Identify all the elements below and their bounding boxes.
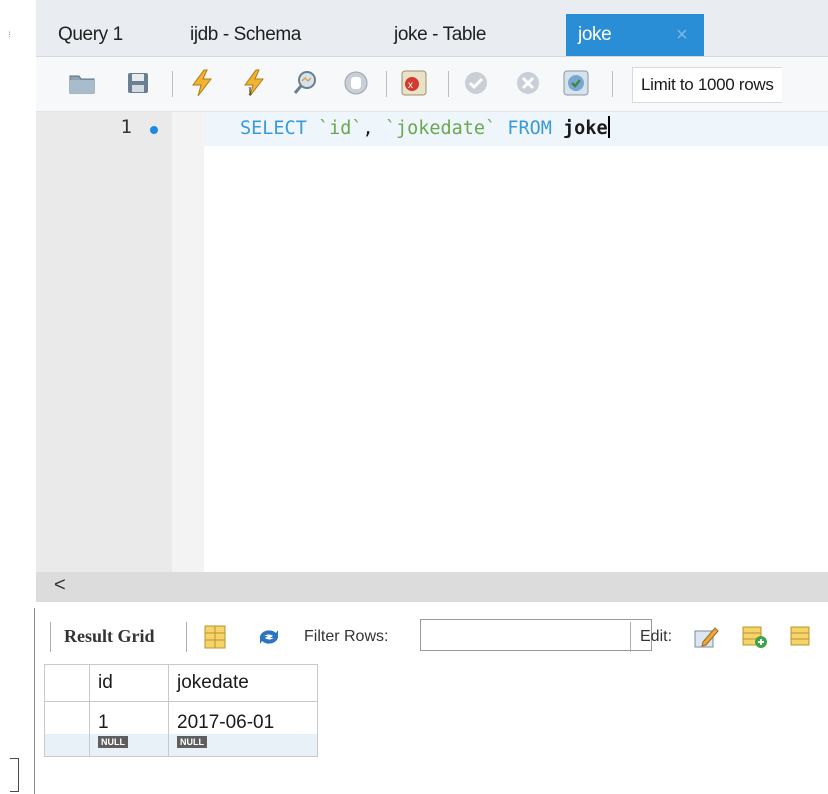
result-toolbar: Result Grid Filter Rows: Edit: [36, 614, 828, 660]
tab-joke-table[interactable]: joke - Table [394, 14, 486, 56]
refresh-icon[interactable] [254, 622, 284, 652]
null-badge: NULL [98, 736, 128, 748]
grip-icon: ⁝ [8, 30, 12, 41]
cell-id[interactable]: NULL [89, 734, 169, 757]
edit-label: Edit: [640, 628, 673, 645]
rollback-icon[interactable] [512, 67, 544, 99]
column-header-jokedate[interactable]: jokedate [168, 664, 318, 702]
delete-row-icon[interactable] [788, 622, 818, 652]
tab-query-1[interactable]: Query 1 [58, 14, 123, 56]
form-editor-icon[interactable] [200, 622, 230, 652]
table-header-row: id jokedate [44, 664, 318, 702]
bracket-decoration [10, 758, 19, 792]
tab-joke[interactable]: joke × [566, 14, 704, 56]
toolbar-separator [172, 71, 173, 97]
text-caret [607, 116, 610, 138]
sql-column: `jokedate` [384, 118, 497, 139]
cell-id[interactable]: 1 [89, 701, 169, 734]
autocommit-icon[interactable] [560, 67, 592, 99]
statement-marker-icon [150, 126, 158, 134]
toolbar-separator [630, 622, 631, 652]
divider [34, 608, 35, 794]
explain-icon[interactable] [290, 67, 322, 99]
editor-toolbar: I x Limit to 1000 rows [36, 57, 828, 112]
svg-text:I: I [248, 84, 252, 97]
editor-margin [172, 112, 204, 572]
row-selector[interactable] [44, 734, 90, 757]
execute-current-icon[interactable]: I [238, 67, 270, 99]
query-text[interactable]: SELECT `id`, `jokedate` FROM joke [240, 116, 610, 139]
outer-gutter: ⁝ [0, 0, 36, 794]
tab-ijdb-schema[interactable]: ijdb - Schema [190, 14, 301, 56]
row-selector[interactable] [44, 701, 90, 734]
table-row[interactable]: 1 2017-06-01 [44, 701, 318, 734]
save-icon[interactable] [122, 67, 154, 99]
column-header-id[interactable]: id [89, 664, 169, 702]
toolbar-separator [50, 622, 51, 652]
sql-column: `id` [317, 118, 363, 139]
sql-keyword: FROM [507, 118, 552, 139]
null-badge: NULL [177, 736, 207, 748]
sql-keyword: SELECT [240, 118, 307, 139]
stop-icon[interactable] [340, 67, 372, 99]
result-grid-tab[interactable]: Result Grid [64, 626, 155, 647]
execute-icon[interactable] [186, 67, 218, 99]
add-row-icon[interactable] [740, 622, 770, 652]
new-row[interactable]: NULL NULL [44, 734, 318, 757]
scroll-left-icon[interactable]: < [54, 574, 66, 597]
filter-rows-label: Filter Rows: [304, 628, 389, 645]
line-number-gutter: 1 [36, 112, 172, 572]
toolbar-separator [448, 71, 449, 97]
horizontal-scrollbar[interactable]: < [36, 572, 828, 602]
svg-text:x: x [408, 80, 413, 91]
result-grid: id jokedate 1 2017-06-01 NULL NULL [44, 664, 322, 757]
tab-joke-label: joke [578, 24, 612, 45]
toggle-error-icon[interactable]: x [398, 67, 430, 99]
commit-icon[interactable] [460, 67, 492, 99]
cell-jokedate[interactable]: 2017-06-01 [168, 701, 318, 734]
open-folder-icon[interactable] [66, 67, 98, 99]
edit-row-icon[interactable] [692, 622, 722, 652]
result-table: id jokedate 1 2017-06-01 NULL NULL [44, 664, 318, 757]
line-number: 1 [120, 116, 132, 138]
tab-bar: Query 1 ijdb - Schema joke - Table joke … [36, 0, 828, 57]
toolbar-separator [386, 71, 387, 97]
toolbar-separator [612, 71, 613, 97]
sql-table: joke [563, 118, 608, 139]
toolbar-separator [186, 622, 187, 652]
sql-comma: , [362, 118, 374, 139]
sql-editor[interactable]: 1 SELECT `id`, `jokedate` FROM joke [36, 112, 828, 572]
close-icon[interactable]: × [676, 14, 688, 56]
row-selector-header[interactable] [44, 664, 90, 702]
filter-rows-input[interactable] [420, 619, 652, 651]
cell-jokedate[interactable]: NULL [168, 734, 318, 757]
limit-rows-select[interactable]: Limit to 1000 rows [632, 67, 782, 103]
